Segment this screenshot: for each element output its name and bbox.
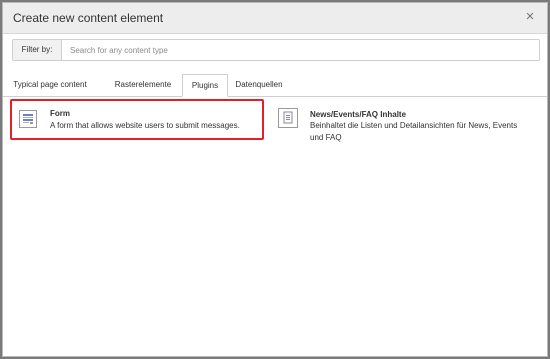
document-icon [278, 108, 298, 128]
item-description: A form that allows website users to subm… [50, 121, 240, 130]
content-item-news-events-faq[interactable]: News/Events/FAQ Inhalte Beinhaltet die L… [273, 101, 538, 151]
content-element-dialog: Create new content element × Filter by: … [2, 2, 548, 357]
dialog-header: Create new content element × [3, 3, 547, 34]
filter-label: Filter by: [13, 40, 62, 60]
tab-plugins[interactable]: Plugins [182, 74, 228, 97]
item-description: Beinhaltet die Listen und Detailansichte… [310, 121, 518, 142]
tab-bar: Typical page content Rasterelemente Plug… [3, 74, 547, 97]
tab-typical-page-content[interactable]: Typical page content [11, 74, 89, 96]
tab-rasterelemente[interactable]: Rasterelemente [107, 74, 179, 96]
form-icon [19, 110, 37, 128]
dialog-title: Create new content element [13, 11, 164, 25]
item-title: News/Events/FAQ Inhalte [310, 110, 407, 119]
close-icon[interactable]: × [523, 8, 537, 26]
content-item-form[interactable]: Form A form that allows website users to… [10, 99, 264, 140]
search-input[interactable] [62, 40, 538, 60]
filter-group: Filter by: [12, 39, 540, 61]
tab-datenquellen[interactable]: Datenquellen [230, 74, 288, 96]
item-title: Form [50, 109, 70, 118]
